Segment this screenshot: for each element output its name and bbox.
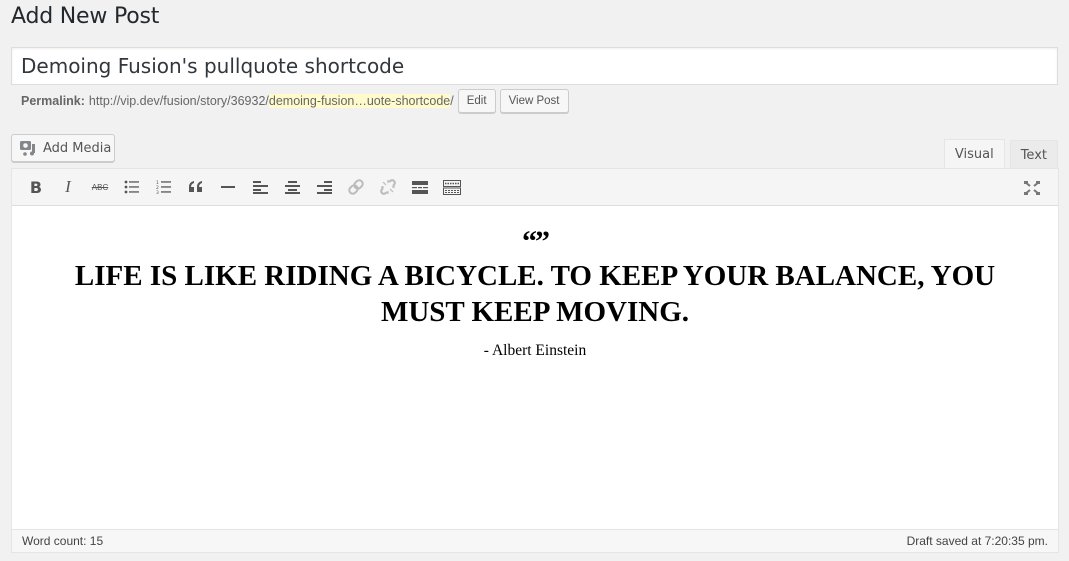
read-more-icon: [412, 180, 428, 194]
svg-text:3: 3: [156, 190, 159, 194]
horizontal-line-button[interactable]: [212, 172, 244, 202]
view-post-button[interactable]: View Post: [499, 89, 569, 113]
tab-text[interactable]: Text: [1009, 140, 1058, 169]
italic-button[interactable]: I: [52, 172, 84, 202]
fullscreen-icon: [1024, 181, 1040, 195]
editor-content[interactable]: “” Life is like riding a bicycle. To kee…: [12, 206, 1058, 529]
bold-icon: B: [29, 177, 43, 197]
pullquote-text: Life is like riding a bicycle. To keep y…: [74, 260, 996, 328]
bulleted-list-button[interactable]: [116, 172, 148, 202]
link-icon: [348, 179, 364, 195]
blockquote-icon: [189, 181, 202, 192]
add-media-button[interactable]: Add Media: [11, 134, 115, 162]
strikethrough-icon: ABC: [91, 182, 109, 192]
unlink-icon: [380, 179, 396, 195]
align-left-button[interactable]: [244, 172, 276, 202]
numbered-list-icon: 1 2 3: [156, 180, 171, 194]
editor-toolbar: B I ABC 1 2 3: [12, 169, 1058, 206]
fullscreen-button[interactable]: [1016, 173, 1048, 203]
permalink-slug[interactable]: demoing-fusion…uote-shortcode: [268, 94, 451, 108]
italic-icon: I: [65, 177, 71, 196]
editor: B I ABC 1 2 3 “” LIFE IS LIKE RIDING A B…: [11, 168, 1059, 553]
numbered-list-button[interactable]: 1 2 3: [148, 172, 180, 202]
editor-status-bar: Word count: 15 Draft saved at 7:20:35 pm…: [12, 529, 1058, 552]
permalink-trailing-slash: /: [450, 94, 454, 108]
word-count: Word count: 15: [22, 534, 104, 548]
align-right-icon: [316, 181, 332, 194]
post-title-input[interactable]: Demoing Fusion's pullquote shortcode: [11, 47, 1058, 85]
bold-button[interactable]: B: [20, 172, 52, 202]
strikethrough-button[interactable]: ABC: [84, 172, 116, 202]
page-title: Add New Post: [11, 4, 160, 29]
keyboard-icon: [443, 179, 461, 195]
edit-permalink-button[interactable]: Edit: [457, 89, 496, 113]
align-center-icon: [284, 181, 300, 194]
permalink-label: Permalink:: [21, 94, 85, 108]
pullquote-attribution: - Albert Einstein: [483, 342, 587, 359]
align-right-button[interactable]: [308, 172, 340, 202]
tab-visual[interactable]: Visual: [943, 139, 1005, 169]
remove-link-button[interactable]: [372, 172, 404, 202]
insert-link-button[interactable]: [340, 172, 372, 202]
toolbar-toggle-button[interactable]: [436, 172, 468, 202]
blockquote-button[interactable]: [180, 172, 212, 202]
horizontal-line-icon: [221, 186, 235, 188]
draft-saved-status: Draft saved at 7:20:35 pm.: [906, 534, 1048, 548]
bulleted-list-icon: [124, 180, 139, 194]
align-left-icon: [252, 181, 268, 194]
add-media-icon: [20, 140, 37, 156]
pullquote-marks: “”: [522, 225, 550, 258]
add-media-label: Add Media: [43, 140, 112, 156]
permalink-row: Permalink: http://vip.dev/fusion/story/3…: [21, 89, 569, 113]
editor-tabs: Visual Text: [939, 139, 1058, 169]
align-center-button[interactable]: [276, 172, 308, 202]
insert-read-more-button[interactable]: [404, 172, 436, 202]
permalink-base-url: http://vip.dev/fusion/story/36932/: [88, 94, 269, 108]
